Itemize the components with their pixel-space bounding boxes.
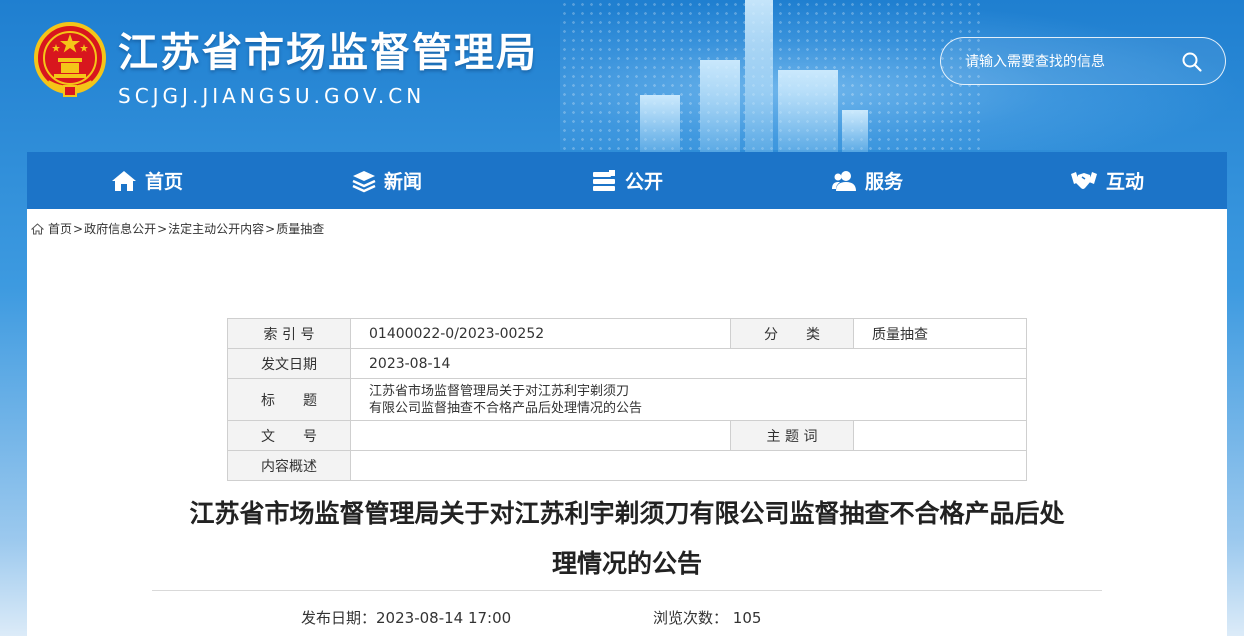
search-box [940,37,1226,85]
table-row: 文 号 主 题 词 [227,420,1027,451]
nav-label: 新闻 [383,171,422,193]
index-value: 01400022-0/2023-00252 [350,318,731,349]
date-value: 2023-08-14 [350,348,1027,379]
breadcrumb-link[interactable]: 质量抽查 [276,220,324,237]
breadcrumb-link[interactable]: 政府信息公开 [84,220,156,237]
index-label: 索 引 号 [227,318,351,349]
table-row: 内容概述 [227,450,1027,481]
banner-building [700,60,740,152]
nav-item-open[interactable]: 公开 [507,152,747,209]
nav-item-home[interactable]: 首页 [27,152,267,209]
view-count: 浏览次数： 105 [653,607,761,628]
title-label: 标 题 [227,378,351,421]
search-input[interactable] [965,51,1165,73]
nav-item-news[interactable]: 新闻 [267,152,507,209]
article-title: 江苏省市场监督管理局关于对江苏利宇剃须刀有限公司监督抽查不合格产品后处 理情况的… [147,489,1107,589]
breadcrumb-separator: > [157,221,168,236]
publish-date: 发布日期：2023-08-14 17:00 [301,607,511,628]
table-row: 发文日期 2023-08-14 [227,348,1027,379]
national-emblem-icon [34,22,106,97]
subject-value [853,420,1027,451]
views-label: 浏览次数： [653,609,729,627]
article-title-line: 理情况的公告 [551,549,702,578]
title-line: 江苏省市场监督管理局关于对江苏利宇剃须刀 [369,383,630,399]
search-icon[interactable] [1181,51,1203,73]
document-info-table: 索 引 号 01400022-0/2023-00252 分 类 质量抽查 发文日… [227,318,1027,481]
nav-label: 服务 [864,171,903,193]
handshake-icon [1070,171,1097,189]
nav-label: 首页 [144,171,183,193]
title-line: 有限公司监督抽查不合格产品后处理情况的公告 [369,400,643,416]
home-icon [111,170,136,191]
subject-label: 主 题 词 [730,420,854,451]
main-nav: 首页 新闻 公开 服务 互动 [27,152,1227,209]
nav-item-service[interactable]: 服务 [747,152,987,209]
site-title: 江苏省市场监督管理局 [118,30,538,76]
article-title-line: 江苏省市场监督管理局关于对江苏利宇剃须刀有限公司监督抽查不合格产品后处 [189,499,1065,528]
date-label: 发文日期 [227,348,351,379]
docno-label: 文 号 [227,420,351,451]
banner-building [778,70,838,152]
banner-building [745,0,773,152]
nav-label: 互动 [1105,171,1144,193]
breadcrumb-separator: > [73,221,84,236]
content-area: 首页 > 政府信息公开 > 法定主动公开内容 > 质量抽查 索 引 号 0140… [27,209,1227,636]
divider [152,590,1102,591]
banner-building [640,95,680,152]
summary-value [350,450,1027,481]
layers-icon [352,170,376,192]
breadcrumb: 首页 > 政府信息公开 > 法定主动公开内容 > 质量抽查 [31,220,324,237]
banner-building [842,110,868,152]
table-row: 标 题 江苏省市场监督管理局关于对江苏利宇剃须刀 有限公司监督抽查不合格产品后处… [227,378,1027,421]
publish-label: 发布日期： [301,609,377,627]
site-domain: SCJGJ.JIANGSU.GOV.CN [118,84,426,108]
docno-value [350,420,731,451]
breadcrumb-link[interactable]: 法定主动公开内容 [168,220,264,237]
breadcrumb-link[interactable]: 首页 [48,220,72,237]
documents-icon [592,169,615,191]
category-label: 分 类 [730,318,854,349]
publish-value: 2023-08-14 17:00 [376,609,512,627]
breadcrumb-separator: > [265,221,276,236]
nav-label: 公开 [624,171,663,193]
category-value: 质量抽查 [853,318,1027,349]
views-value: 105 [732,609,762,627]
table-row: 索 引 号 01400022-0/2023-00252 分 类 质量抽查 [227,318,1027,349]
home-icon [31,222,44,234]
title-value: 江苏省市场监督管理局关于对江苏利宇剃须刀 有限公司监督抽查不合格产品后处理情况的… [350,378,1027,421]
users-icon [831,170,856,191]
summary-label: 内容概述 [227,450,351,481]
nav-item-interact[interactable]: 互动 [987,152,1227,209]
